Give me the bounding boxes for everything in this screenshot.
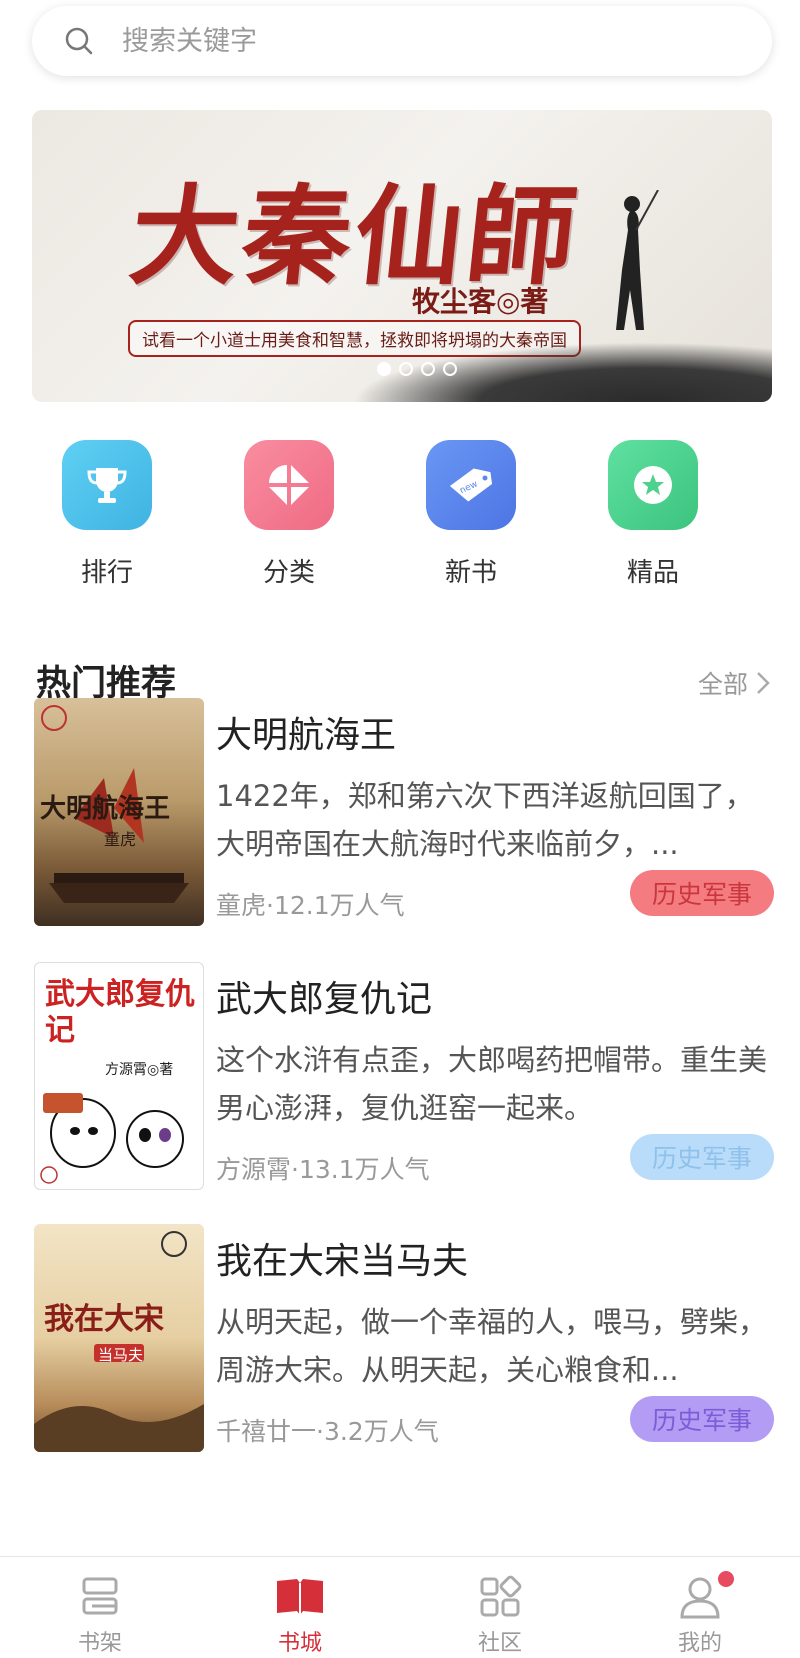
bookshelf-icon xyxy=(82,1577,118,1615)
tab-bookstore[interactable]: 书城 xyxy=(200,1557,400,1658)
book-title[interactable]: 武大郎复仇记 xyxy=(216,970,432,1022)
genre-tag[interactable]: 历史军事 xyxy=(630,870,774,916)
bottom-tab-bar: 书架 书城 社区 我的 xyxy=(0,1556,800,1658)
tab-community[interactable]: 社区 xyxy=(400,1557,600,1658)
book-item[interactable]: 我在大宋 当马夫 我在大宋当马夫 从明天起，做一个幸福的人，喂马，劈柴，周游大宋… xyxy=(34,1224,774,1454)
tab-label: 我的 xyxy=(677,1631,722,1656)
pagination-dot[interactable] xyxy=(399,362,413,376)
star-icon xyxy=(608,440,698,530)
book-item[interactable]: 大明航海王 童虎 大明航海王 1422年，郑和第六次下西洋返航回国了，大明帝国在… xyxy=(34,698,774,928)
search-bar[interactable] xyxy=(32,6,772,76)
promo-banner[interactable]: 大秦仙師 牧尘客◎著 试看一个小道士用美食和智慧，拯救即将坍塌的大秦帝国 xyxy=(32,110,772,402)
book-cover-title: 我在大宋 xyxy=(44,1302,164,1337)
book-cover-author: 当马夫 xyxy=(98,1346,144,1364)
category-premium[interactable]: 精品 xyxy=(593,440,713,589)
book-title[interactable]: 大明航海王 xyxy=(216,706,396,758)
profile-icon xyxy=(680,1577,720,1619)
category-new-books[interactable]: new 新书 xyxy=(411,440,531,589)
view-all-link[interactable]: 全部 xyxy=(698,665,770,701)
trophy-icon xyxy=(62,440,152,530)
category-icon xyxy=(244,440,334,530)
pagination-dot[interactable] xyxy=(377,362,391,376)
pagination-dot[interactable] xyxy=(443,362,457,376)
category-ranking[interactable]: 排行 xyxy=(47,440,167,589)
banner-pagination xyxy=(377,362,457,376)
book-description: 这个水浒有点歪，大郎喝药把帽带。重生美男心澎湃，复仇逛窑一起来。 xyxy=(216,1043,768,1125)
book-cover-author: 童虎 xyxy=(104,830,137,849)
category-label: 排行 xyxy=(80,558,133,588)
community-grid-icon xyxy=(480,1575,522,1617)
book-description: 从明天起，做一个幸福的人，喂马，劈柴，周游大宋。从明天起，关心粮食和... xyxy=(216,1305,768,1387)
warrior-figure-illustration xyxy=(616,190,659,330)
panda-meme-illustration xyxy=(40,1093,184,1184)
tab-label: 书城 xyxy=(277,1631,322,1656)
new-tag-icon: new xyxy=(426,440,516,530)
book-title[interactable]: 我在大宋当马夫 xyxy=(216,1232,468,1284)
banner-author: 牧尘客◎著 xyxy=(412,285,549,318)
book-description: 1422年，郑和第六次下西洋返航回国了，大明帝国在大航海时代来临前夕，... xyxy=(216,779,754,861)
book-cover[interactable]: 大明航海王 童虎 xyxy=(34,698,204,926)
search-icon xyxy=(64,26,94,56)
view-all-label: 全部 xyxy=(697,670,748,699)
tab-profile[interactable]: 我的 xyxy=(600,1557,800,1658)
category-label: 分类 xyxy=(262,558,315,588)
pagination-dot[interactable] xyxy=(421,362,435,376)
book-meta: 方源霄·13.1万人气 xyxy=(216,1155,430,1184)
notification-dot xyxy=(718,1571,734,1587)
book-cover-art xyxy=(34,1231,204,1452)
book-open-icon xyxy=(277,1579,323,1615)
genre-tag[interactable]: 历史军事 xyxy=(630,1134,774,1180)
book-cover-title: 大明航海王 xyxy=(40,794,171,824)
category-label: 精品 xyxy=(626,558,679,588)
book-cover[interactable]: 我在大宋 当马夫 xyxy=(34,1224,204,1452)
chevron-right-icon xyxy=(757,672,770,694)
tab-bookshelf[interactable]: 书架 xyxy=(0,1557,200,1658)
search-input[interactable] xyxy=(122,25,682,57)
tab-label: 社区 xyxy=(477,1631,522,1656)
tab-label: 书架 xyxy=(77,1631,122,1656)
book-meta: 千禧廿一·3.2万人气 xyxy=(216,1417,439,1446)
category-classify[interactable]: 分类 xyxy=(229,440,349,589)
book-cover[interactable]: 武大郎复仇记 方源霄◎著 xyxy=(34,962,204,1190)
book-item[interactable]: 武大郎复仇记 方源霄◎著 武大郎复仇记 这个水浒有点歪，大郎喝药把帽带。重生美男… xyxy=(34,962,774,1192)
genre-tag[interactable]: 历史军事 xyxy=(630,1396,774,1442)
category-label: 新书 xyxy=(444,558,497,588)
book-meta: 童虎·12.1万人气 xyxy=(216,891,405,920)
